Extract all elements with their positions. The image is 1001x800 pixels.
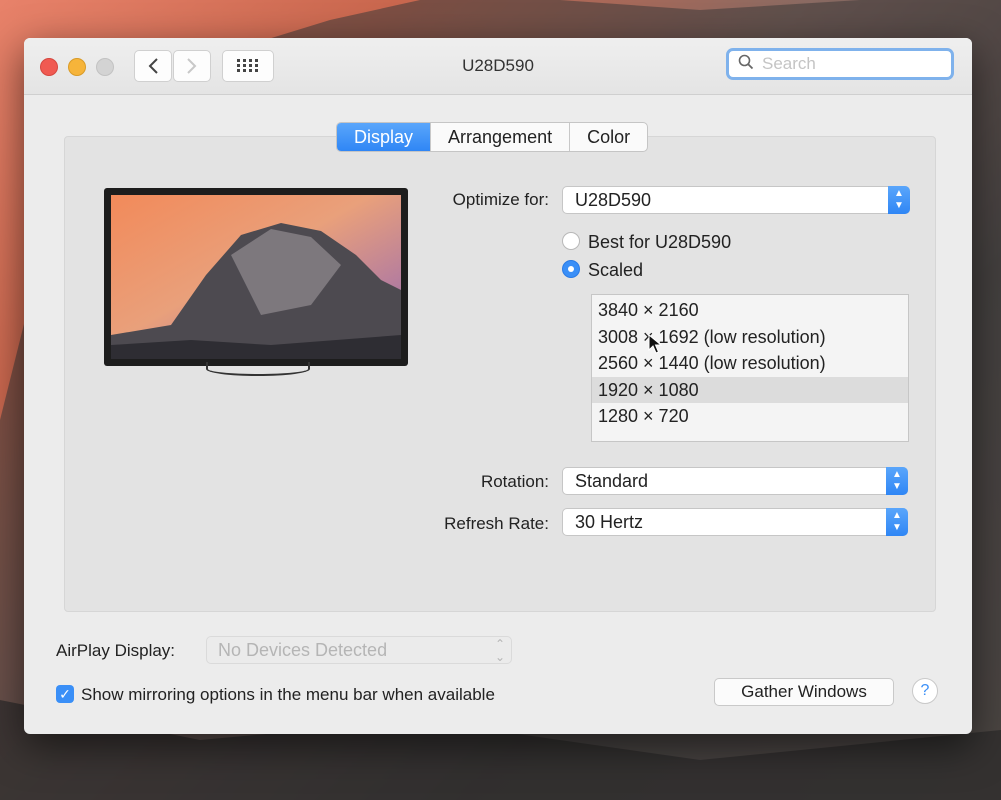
airplay-value: No Devices Detected: [218, 640, 388, 660]
popup-arrows-icon: ⌃ ⌄: [494, 637, 505, 664]
title-bar: U28D590 ✕: [24, 38, 972, 95]
checkmark-icon: ✓: [59, 686, 71, 702]
monitor-preview: [104, 188, 408, 366]
scaled-label: Scaled: [588, 260, 644, 280]
resolution-item[interactable]: 3840 × 2160: [592, 297, 908, 324]
popup-arrows-icon: ▲ ▼: [888, 186, 910, 214]
rotation-popup[interactable]: Standard ▲ ▼: [562, 467, 908, 495]
popup-arrows-icon: ▲ ▼: [886, 467, 908, 495]
display-preferences-window: U28D590 ✕ Display Arrangement Color: [24, 38, 972, 734]
gather-windows-button[interactable]: Gather Windows: [714, 678, 894, 706]
refresh-rate-value: 30 Hertz: [575, 512, 644, 532]
resolution-item-selected[interactable]: 1920 × 1080: [592, 376, 908, 403]
mouse-cursor-icon: [648, 334, 662, 354]
tab-color[interactable]: Color: [570, 123, 647, 151]
search-icon: [738, 54, 754, 75]
monitor-wallpaper-image: [111, 195, 401, 359]
scaled-radio[interactable]: [562, 260, 580, 278]
resolution-item[interactable]: 2560 × 1440 (low resolution): [592, 350, 908, 377]
segmented-tabs: Display Arrangement Color: [336, 122, 649, 152]
resolution-list[interactable]: 3840 × 2160 3008 × 1692 (low resolution)…: [591, 294, 909, 442]
mirroring-checkbox[interactable]: ✓: [56, 685, 74, 703]
rotation-value: Standard: [575, 471, 649, 491]
optimize-label: Optimize for:: [452, 190, 549, 209]
airplay-label: AirPlay Display:: [56, 641, 176, 660]
optimize-popup[interactable]: U28D590 ▲ ▼: [562, 186, 910, 214]
tab-arrangement[interactable]: Arrangement: [431, 123, 571, 151]
popup-arrows-icon: ▲ ▼: [886, 508, 908, 536]
search-input[interactable]: [760, 53, 972, 75]
refresh-rate-popup[interactable]: 30 Hertz ▲ ▼: [562, 508, 908, 536]
rotation-label: Rotation:: [480, 472, 549, 491]
mirroring-label: Show mirroring options in the menu bar w…: [81, 685, 495, 704]
monitor-stand: [206, 362, 310, 376]
best-for-display-radio[interactable]: [562, 232, 580, 250]
best-for-display-label: Best for U28D590: [588, 232, 732, 252]
help-button[interactable]: ?: [912, 678, 938, 704]
airplay-popup: No Devices Detected ⌃ ⌄: [206, 636, 512, 664]
tab-display[interactable]: Display: [337, 123, 432, 151]
optimize-value: U28D590: [575, 190, 652, 210]
resolution-item[interactable]: 1280 × 720: [592, 403, 908, 430]
search-field[interactable]: ✕: [726, 48, 972, 80]
refresh-rate-label: Refresh Rate:: [444, 514, 549, 533]
resolution-item[interactable]: 3008 × 1692 (low resolution): [592, 324, 908, 351]
